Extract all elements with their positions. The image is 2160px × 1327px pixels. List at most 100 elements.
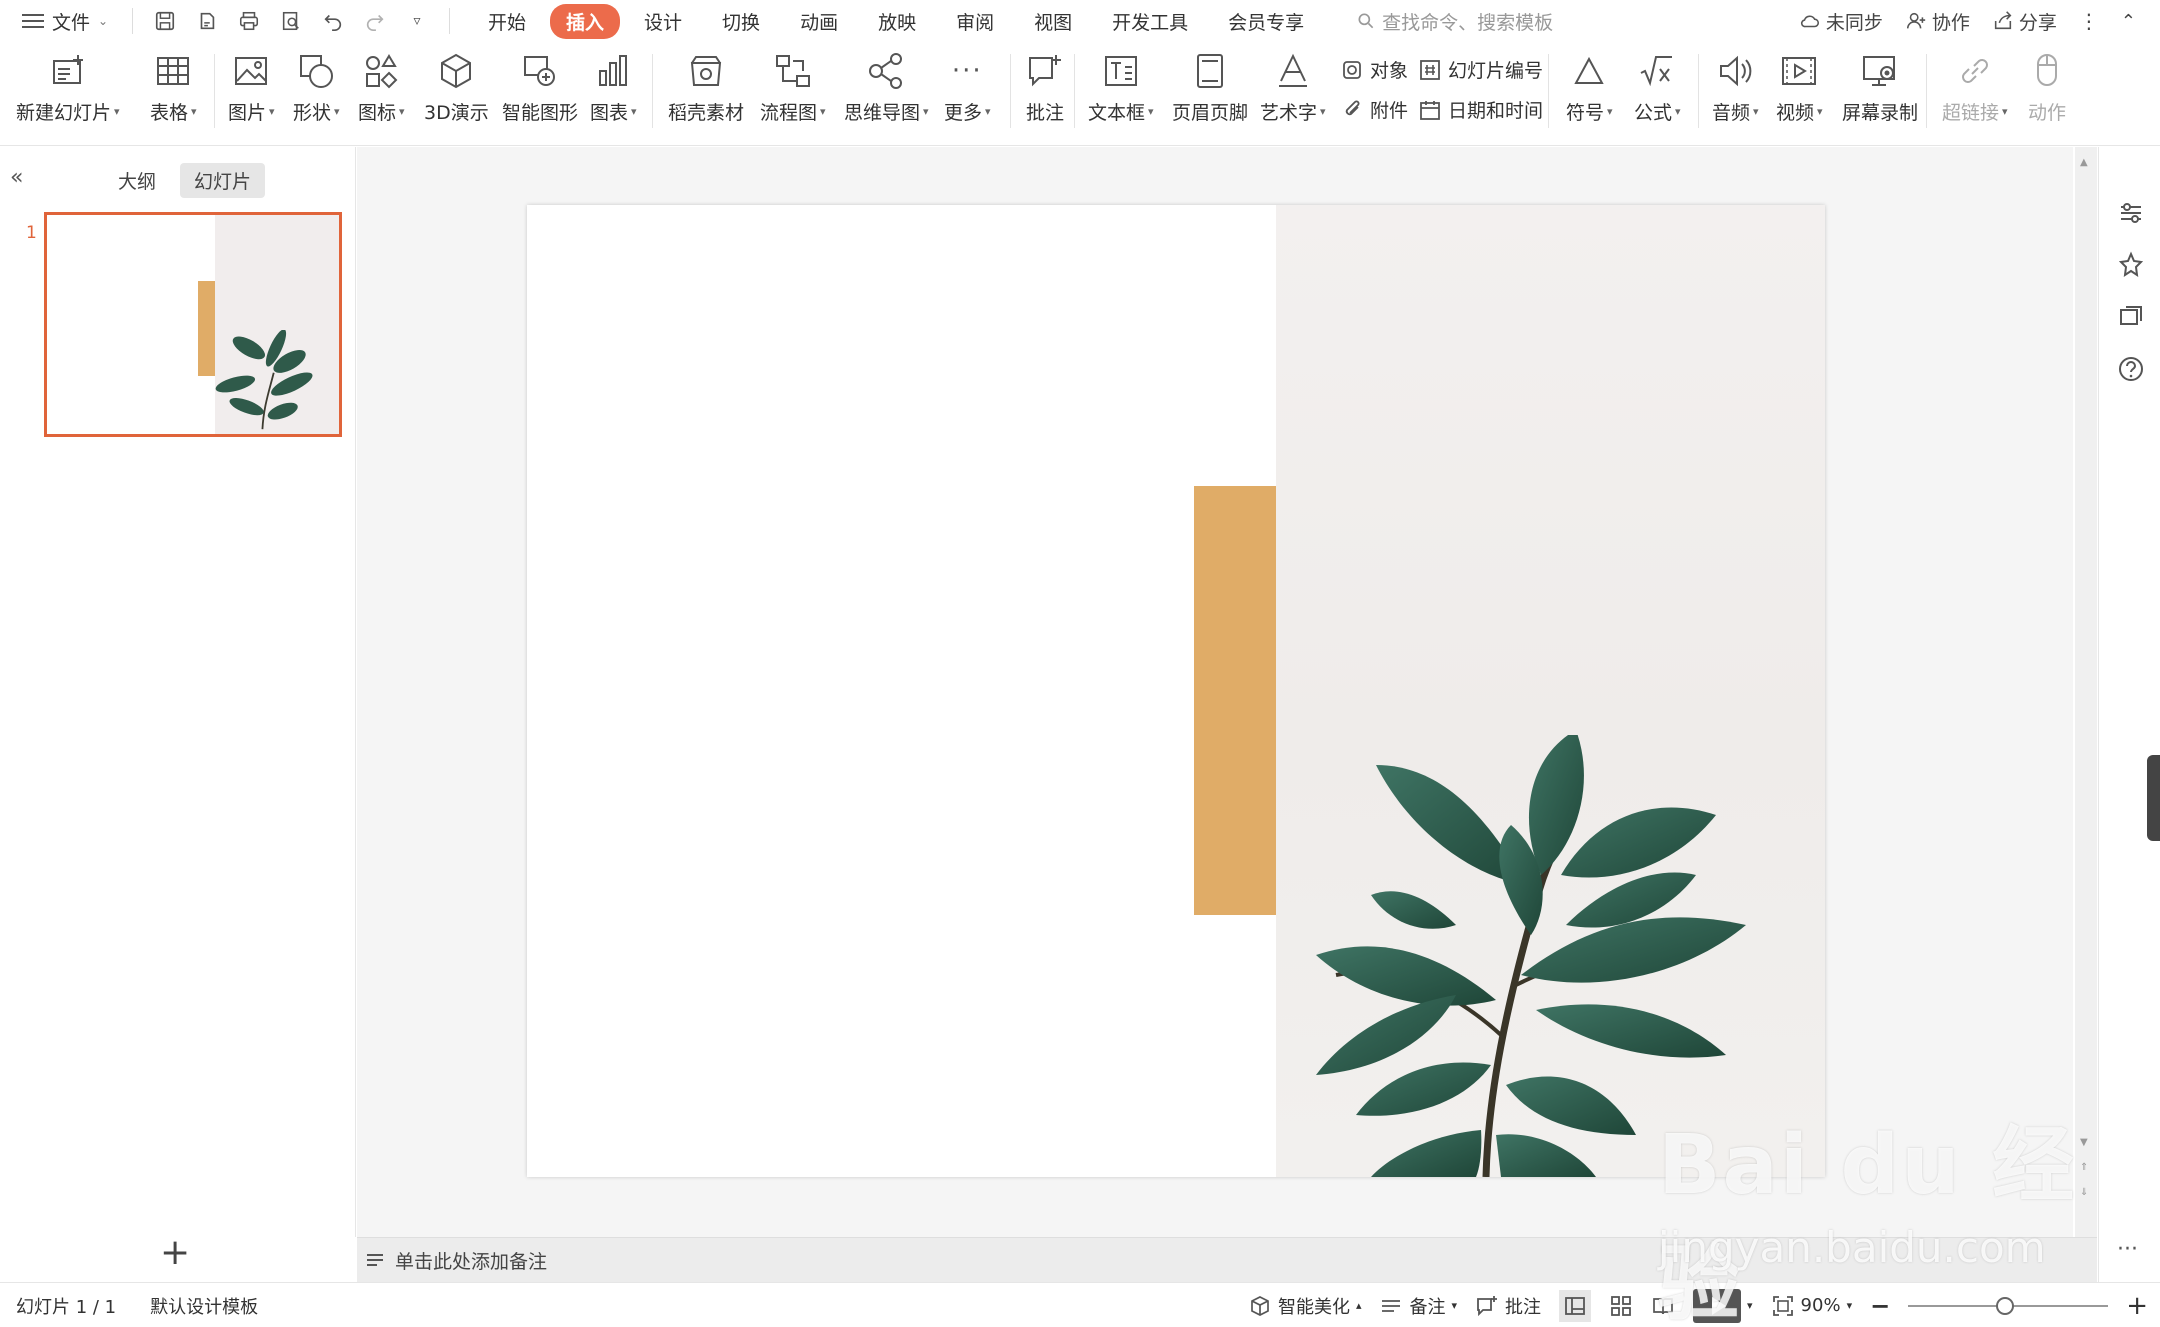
menu-right-actions: 未同步 协作 分享 ⋮ ⌃ [1799, 0, 2160, 42]
vertical-scrollbar[interactable]: ▲ ▼ ⇑ ⇓ [2075, 147, 2097, 1237]
collab-button[interactable]: 协作 [1905, 8, 1970, 35]
more-options-icon[interactable]: ⋮ [2079, 9, 2099, 33]
triangle-symbol-icon [1574, 56, 1604, 84]
save-icon[interactable] [153, 9, 177, 33]
flowchart-label: 流程图 [760, 102, 818, 124]
screen-record-button[interactable]: 屏幕录制 [1842, 50, 1918, 125]
comment-button[interactable]: 批注 [1024, 50, 1066, 125]
table-label: 表格 [150, 102, 189, 124]
attachment-button[interactable]: 附件 [1340, 96, 1408, 123]
material-button[interactable]: 稻壳素材 [668, 50, 744, 125]
normal-view-button[interactable] [1559, 1289, 1592, 1322]
object-button[interactable]: 对象 [1340, 56, 1408, 83]
grid-view-icon [1611, 1295, 1631, 1316]
header-footer-label: 页眉页脚 [1172, 102, 1249, 124]
slides-panel: « 大纲 幻灯片 1 + [0, 147, 356, 1273]
slide-thumbnail[interactable] [44, 212, 342, 437]
shape-button[interactable]: 形状 ▾ [293, 50, 340, 125]
tab-transition[interactable]: 切换 [706, 4, 776, 39]
cloud-icon [1800, 15, 1819, 28]
mouse-icon [2037, 54, 2057, 86]
flowchart-icon [775, 55, 810, 87]
insert-ribbon: 新建幻灯片 ▾ 表格 ▾ 图片 ▾ 形状 ▾ 图标 ▾ 3D演示 智能图形 图表 ▾ 稻壳素… [0, 42, 2160, 146]
comments-toggle-button[interactable]: 批注 [1475, 1293, 1541, 1319]
file-menu[interactable]: 文件 ⌄ [0, 8, 124, 35]
tab-design[interactable]: 设计 [628, 4, 698, 39]
tab-slides[interactable]: 幻灯片 [180, 163, 266, 198]
undo-icon[interactable] [321, 9, 345, 33]
notes-icon [367, 1254, 383, 1266]
tab-outline[interactable]: 大纲 [104, 163, 170, 198]
collapse-ribbon-icon[interactable]: ⌃ [2121, 11, 2136, 32]
tab-home[interactable]: 开始 [472, 4, 542, 39]
more-button[interactable]: ··· 更多 ▾ [944, 50, 991, 125]
properties-icon[interactable] [2117, 199, 2145, 227]
export-pdf-icon[interactable] [195, 9, 219, 33]
audio-button[interactable]: 音频 ▾ [1712, 50, 1759, 125]
mindmap-button[interactable]: 思维导图 ▾ [844, 50, 929, 125]
tab-slideshow[interactable]: 放映 [862, 4, 932, 39]
command-search[interactable]: 查找命令、搜索模板 [1356, 8, 1553, 35]
action-button[interactable]: 动作 [2026, 50, 2068, 125]
search-placeholder: 查找命令、搜索模板 [1382, 11, 1554, 34]
picture-button[interactable]: 图片 ▾ [228, 50, 275, 125]
add-slide-icon[interactable]: + [160, 1232, 190, 1273]
header-footer-button[interactable]: 页眉页脚 [1172, 50, 1248, 125]
tab-animation[interactable]: 动画 [784, 4, 854, 39]
baidu-watermark-logo: Bai du 经验 [1658, 1118, 2077, 1327]
design-template-name[interactable]: 默认设计模板 [150, 1293, 258, 1319]
mindmap-icon [869, 53, 903, 89]
chevron-up-icon: ▴ [1355, 1299, 1362, 1312]
customize-toolbar-icon[interactable]: ▿ [405, 9, 429, 33]
slide-number-button[interactable]: 幻灯片编号 [1418, 56, 1543, 83]
thumbnail-plant-image [215, 330, 313, 430]
formula-icon [1640, 56, 1673, 87]
flowchart-button[interactable]: 流程图 ▾ [760, 50, 826, 125]
tab-view[interactable]: 视图 [1018, 4, 1088, 39]
object-label: 对象 [1370, 60, 1409, 82]
scroll-up-icon[interactable]: ▲ [2080, 157, 2088, 168]
star-magic-icon[interactable] [2117, 251, 2145, 279]
redo-icon[interactable] [363, 9, 387, 33]
side-panel-handle[interactable] [2147, 755, 2160, 841]
chevron-down-icon: ▾ [1451, 1299, 1458, 1312]
collapse-panel-icon[interactable]: « [10, 165, 23, 190]
symbol-label: 符号 [1566, 102, 1605, 124]
new-slide-button[interactable]: 新建幻灯片 ▾ [16, 50, 120, 125]
hyperlink-button[interactable]: 超链接 ▾ [1942, 50, 2008, 125]
wordart-button[interactable]: 艺术字 ▾ [1260, 50, 1326, 125]
datetime-button[interactable]: 日期和时间 [1418, 96, 1543, 123]
sorter-view-button[interactable] [1609, 1294, 1633, 1318]
tab-insert[interactable]: 插入 [550, 3, 621, 39]
sync-button[interactable]: 未同步 [1799, 8, 1883, 35]
table-button[interactable]: 表格 ▾ [150, 50, 197, 125]
textbox-button[interactable]: 文本框 ▾ [1088, 50, 1154, 125]
help-icon[interactable] [2117, 355, 2145, 383]
tab-review[interactable]: 审阅 [940, 4, 1010, 39]
symbol-button[interactable]: 符号 ▾ [1566, 50, 1613, 125]
paperclip-icon [1345, 100, 1360, 115]
tab-member[interactable]: 会员专享 [1212, 4, 1320, 39]
slide-accent-bar[interactable] [1194, 486, 1276, 915]
action-label: 动作 [2027, 102, 2066, 124]
divider [449, 8, 450, 34]
slide-layout-icon[interactable] [2117, 303, 2145, 331]
tab-developer[interactable]: 开发工具 [1096, 4, 1204, 39]
sync-label: 未同步 [1825, 11, 1883, 34]
smart-beautify-button[interactable]: 智能美化 ▴ [1248, 1293, 1362, 1319]
new-slide-icon [52, 55, 83, 84]
3d-demo-button[interactable]: 3D演示 [424, 50, 489, 125]
notes-toggle-button[interactable]: 备注 ▾ [1379, 1293, 1457, 1319]
video-icon [1782, 57, 1817, 85]
formula-button[interactable]: 公式 ▾ [1634, 50, 1681, 125]
video-button[interactable]: 视频 ▾ [1776, 50, 1823, 125]
print-icon[interactable] [237, 9, 261, 33]
print-preview-icon[interactable] [279, 9, 303, 33]
share-button[interactable]: 分享 [1992, 8, 2057, 35]
file-menu-label: 文件 [52, 11, 91, 34]
wordart-icon [1278, 53, 1307, 87]
icon-button[interactable]: 图标 ▾ [358, 50, 405, 125]
slide-1[interactable] [527, 205, 1825, 1177]
chart-button[interactable]: 图表 ▾ [590, 50, 637, 125]
smartart-button[interactable]: 智能图形 [502, 50, 578, 125]
